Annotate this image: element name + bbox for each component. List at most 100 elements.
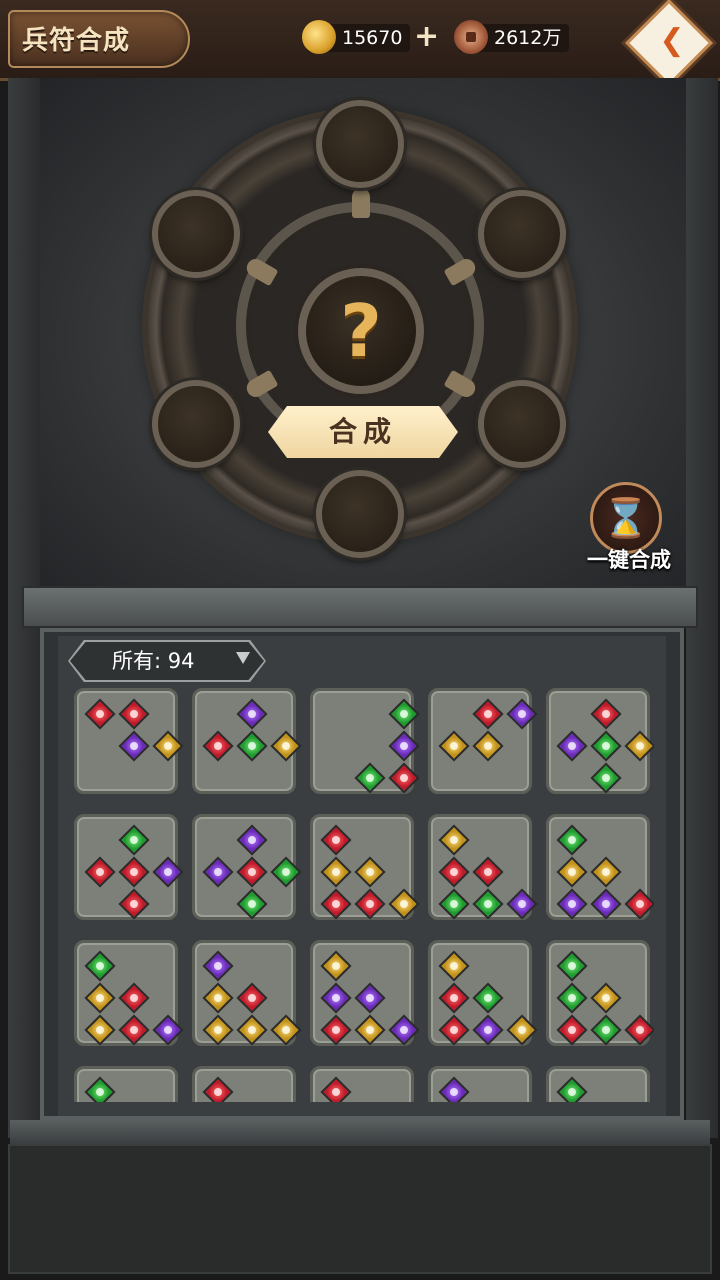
gem-g-icon <box>84 950 116 982</box>
token-card[interactable] <box>192 814 302 920</box>
token-card[interactable] <box>546 940 654 1046</box>
gem-g-icon <box>556 982 588 1014</box>
bottom-area <box>8 1144 712 1274</box>
token-card[interactable] <box>428 940 538 1046</box>
gem-y-icon <box>354 856 386 888</box>
gem-g-icon <box>472 982 504 1014</box>
gem-g-icon <box>590 762 622 794</box>
gem-r-icon <box>590 698 622 730</box>
material-slot-upper-right[interactable] <box>478 190 566 278</box>
gem-y-icon <box>270 1014 302 1046</box>
wheel-spoke <box>352 188 370 218</box>
gem-p-icon <box>556 888 588 920</box>
gem-p-icon <box>590 888 622 920</box>
gem-r-icon <box>118 982 150 1014</box>
panel-lintel <box>22 586 698 628</box>
gem-p-icon <box>202 950 234 982</box>
gem-r-icon <box>118 888 150 920</box>
gem-p-icon <box>236 824 268 856</box>
token-card[interactable] <box>310 814 420 920</box>
gem-p-icon <box>472 1014 504 1046</box>
gem-y-icon <box>438 824 470 856</box>
gem-g-icon <box>354 762 386 794</box>
token-card[interactable] <box>74 1066 178 1102</box>
gem-g-icon <box>236 888 268 920</box>
gem-r-icon <box>320 1014 352 1046</box>
page-title: 兵符合成 <box>22 26 131 56</box>
gem-r-icon <box>84 698 116 730</box>
material-slot-lower-right[interactable] <box>478 380 566 468</box>
gem-g-icon <box>236 730 268 762</box>
token-card[interactable] <box>310 1066 414 1102</box>
gem-y-icon <box>84 982 116 1014</box>
token-card[interactable] <box>546 814 654 920</box>
material-slot-top[interactable] <box>316 100 404 188</box>
gem-r-icon <box>624 1014 654 1046</box>
material-slot-lower-left[interactable] <box>152 380 240 468</box>
gold-resource: 15670 <box>302 20 411 54</box>
gem-r-icon <box>556 1014 588 1046</box>
gem-r-icon <box>118 1014 150 1046</box>
gem-r-icon <box>320 1076 352 1102</box>
question-mark-icon: ? <box>340 289 382 373</box>
gem-g-icon <box>388 698 420 730</box>
gem-p-icon <box>152 1014 184 1046</box>
token-card[interactable] <box>74 814 184 920</box>
gem-r-icon <box>438 982 470 1014</box>
material-slot-upper-left[interactable] <box>152 190 240 278</box>
gem-y-icon <box>438 950 470 982</box>
token-card[interactable] <box>192 688 302 794</box>
token-card[interactable] <box>546 1066 650 1102</box>
gem-y-icon <box>624 730 654 762</box>
gem-p-icon <box>438 1076 470 1102</box>
token-card[interactable] <box>428 688 538 794</box>
gold-amount: 15670 <box>342 27 403 49</box>
gem-r-icon <box>118 856 150 888</box>
gem-p-icon <box>354 982 386 1014</box>
gem-y-icon <box>506 1014 538 1046</box>
gem-p-icon <box>388 730 420 762</box>
gem-g-icon <box>556 824 588 856</box>
filter-dropdown-label[interactable]: 所有: 94 <box>112 642 194 680</box>
gem-r-icon <box>202 1076 234 1102</box>
gem-g-icon <box>270 856 302 888</box>
gem-y-icon <box>472 730 504 762</box>
gem-p-icon <box>236 698 268 730</box>
gem-r-icon <box>472 856 504 888</box>
token-card[interactable] <box>192 1066 296 1102</box>
gem-g-icon <box>438 888 470 920</box>
gem-y-icon <box>438 730 470 762</box>
gem-p-icon <box>506 888 538 920</box>
gem-r-icon <box>438 1014 470 1046</box>
token-card[interactable] <box>428 1066 532 1102</box>
gem-y-icon <box>152 730 184 762</box>
material-slot-bottom[interactable] <box>316 470 404 558</box>
copper-coin-icon <box>454 20 488 54</box>
token-card[interactable] <box>74 688 184 794</box>
gem-g-icon <box>590 730 622 762</box>
add-currency-button[interactable]: + <box>414 22 439 52</box>
one-key-craft-label[interactable]: 一键合成 <box>576 544 682 574</box>
gem-p-icon <box>118 730 150 762</box>
token-card[interactable] <box>310 940 420 1046</box>
gem-y-icon <box>590 982 622 1014</box>
gem-y-icon <box>320 856 352 888</box>
back-arrow-icon[interactable]: ❮ <box>652 24 692 58</box>
gem-y-icon <box>388 888 420 920</box>
token-card[interactable] <box>546 688 654 794</box>
token-card[interactable] <box>310 688 420 794</box>
gem-y-icon <box>354 1014 386 1046</box>
gem-y-icon <box>270 730 302 762</box>
gem-r-icon <box>624 888 654 920</box>
token-card[interactable] <box>74 940 184 1046</box>
gem-g-icon <box>84 1076 116 1102</box>
craft-button-label[interactable]: 合成 <box>268 406 458 458</box>
gem-r-icon <box>202 730 234 762</box>
token-card[interactable] <box>428 814 538 920</box>
gem-p-icon <box>152 856 184 888</box>
gem-y-icon <box>84 1014 116 1046</box>
token-grid <box>74 688 654 1102</box>
token-card[interactable] <box>192 940 302 1046</box>
copper-resource: 2612万 <box>454 20 570 54</box>
chevron-down-icon[interactable] <box>236 652 250 664</box>
